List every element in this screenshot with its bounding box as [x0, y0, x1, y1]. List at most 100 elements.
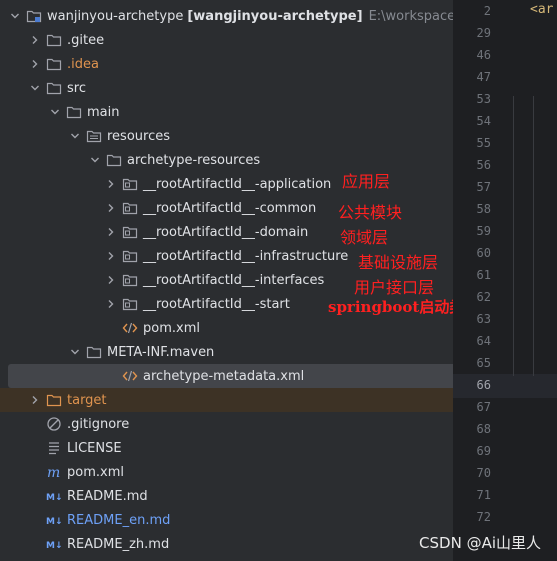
- chevron-down-icon[interactable]: [28, 81, 42, 95]
- chevron-down-icon[interactable]: [68, 129, 82, 143]
- folder-icon: [46, 56, 62, 72]
- tree-item-idea[interactable]: .idea: [0, 52, 481, 76]
- svg-text:M↓: M↓: [46, 493, 62, 503]
- line-number: 54: [476, 114, 491, 128]
- folder-icon: [106, 152, 122, 168]
- module-folder-icon: [122, 248, 138, 264]
- xml-file-icon: [122, 368, 138, 384]
- chevron-down-icon[interactable]: [88, 153, 102, 167]
- module-folder-icon: [122, 272, 138, 288]
- indent-guide: [533, 96, 534, 376]
- text-file-icon: [46, 440, 62, 456]
- annotation-application-layer: 应用层: [342, 172, 391, 191]
- tree-item-label: .gitignore: [67, 416, 130, 432]
- root-name: wanjinyou-archetype: [47, 8, 184, 24]
- tree-item-gitee[interactable]: .gitee: [0, 28, 481, 52]
- line-number: 69: [476, 444, 491, 458]
- chevron-right-icon[interactable]: [104, 249, 118, 263]
- line-number: 71: [476, 488, 491, 502]
- tree-item-label: __rootArtifactId__-application: [143, 176, 332, 192]
- chevron-right-icon[interactable]: [104, 225, 118, 239]
- chevron-down-icon[interactable]: [8, 9, 22, 23]
- line-number: 56: [476, 158, 491, 172]
- tree-item-label: archetype-resources: [127, 152, 261, 168]
- tree-item-label: __rootArtifactId__-domain: [143, 224, 309, 240]
- chevron-right-icon[interactable]: [104, 201, 118, 215]
- tree-item-label: META-INF.maven: [107, 344, 215, 360]
- chevron-right-icon[interactable]: [104, 177, 118, 191]
- line-number: 63: [476, 312, 491, 326]
- tree-item-meta-inf[interactable]: META-INF.maven: [0, 340, 521, 364]
- tree-item-label: __rootArtifactId__-common: [143, 200, 317, 216]
- svg-text:M↓: M↓: [46, 517, 62, 527]
- chevron-right-icon[interactable]: [28, 33, 42, 47]
- tree-item-gitignore[interactable]: .gitignore: [0, 412, 499, 436]
- ignore-file-icon: [46, 416, 62, 432]
- line-number: 29: [476, 26, 491, 40]
- root-path: E:\workspace\idea: [368, 8, 461, 24]
- markdown-icon: M↓: [46, 488, 62, 504]
- line-number: 59: [476, 224, 491, 238]
- line-number: 64: [476, 334, 491, 348]
- line-number: 70: [476, 466, 491, 480]
- tree-item-label: pom.xml: [143, 320, 200, 336]
- tree-item-label: main: [87, 104, 120, 120]
- tree-item-main[interactable]: main: [0, 100, 501, 124]
- tree-item-root-pom[interactable]: m pom.xml: [0, 460, 499, 484]
- annotation-interfaces-layer: 用户接口层: [354, 278, 435, 297]
- tree-item-root[interactable]: wanjinyou-archetype [wangjinyou-archetyp…: [0, 4, 461, 28]
- resources-folder-icon: [86, 128, 102, 144]
- folder-icon: [86, 344, 102, 360]
- tree-item-label: src: [67, 80, 86, 96]
- tree-item-label: pom.xml: [67, 464, 124, 480]
- tree-item-label: __rootArtifactId__-start: [143, 296, 290, 312]
- root-module: [wangjinyou-archetype]: [187, 8, 363, 24]
- tree-item-readme[interactable]: M↓ README.md: [0, 484, 499, 508]
- tree-item-src[interactable]: src: [0, 76, 481, 100]
- line-number: 47: [476, 70, 491, 84]
- line-number: 72: [476, 510, 491, 524]
- tree-item-label: __rootArtifactId__-interfaces: [143, 272, 325, 288]
- markdown-icon: M↓: [46, 512, 62, 528]
- chevron-down-icon[interactable]: [48, 105, 62, 119]
- tree-item-target[interactable]: target: [0, 388, 481, 412]
- tree-item-license[interactable]: LICENSE: [0, 436, 499, 460]
- code-fragment[interactable]: <ar: [530, 2, 553, 17]
- maven-icon: m: [46, 464, 62, 480]
- editor-gutter: <ar 2 29 46 47 53 54 55 56 57 58 59 60 6…: [453, 0, 557, 561]
- chevron-right-icon[interactable]: [28, 57, 42, 71]
- line-number: 60: [476, 246, 491, 260]
- tree-item-label: __rootArtifactId__-infrastructure: [143, 248, 349, 264]
- line-number: 65: [476, 356, 491, 370]
- annotation-springboot-startup: springboot启动类: [328, 298, 465, 316]
- indent-guide: [513, 96, 514, 376]
- tree-item-label: README.md: [67, 488, 148, 504]
- xml-file-icon: [122, 320, 138, 336]
- chevron-right-icon[interactable]: [104, 273, 118, 287]
- annotation-domain-layer: 领域层: [340, 228, 389, 247]
- tree-item-label: resources: [107, 128, 171, 144]
- tree-item-readme-en[interactable]: M↓ README_en.md: [0, 508, 499, 532]
- folder-icon: [46, 32, 62, 48]
- tree-item-label: README_zh.md: [67, 536, 170, 552]
- tree-item-label: .gitee: [67, 32, 105, 48]
- tree-item-label: LICENSE: [67, 440, 122, 456]
- line-number: 53: [476, 92, 491, 106]
- line-number: 2: [483, 4, 491, 18]
- tree-item-resources[interactable]: resources: [0, 124, 521, 148]
- folder-icon: [66, 104, 82, 120]
- line-number: 57: [476, 180, 491, 194]
- chevron-right-icon[interactable]: [104, 297, 118, 311]
- svg-text:m: m: [47, 465, 60, 480]
- svg-text:M↓: M↓: [46, 541, 62, 551]
- line-number: 67: [476, 400, 491, 414]
- line-number: 58: [476, 202, 491, 216]
- tree-item-label: README_en.md: [67, 512, 171, 528]
- folder-icon: [46, 392, 62, 408]
- chevron-right-icon[interactable]: [28, 393, 42, 407]
- line-number: 46: [476, 48, 491, 62]
- line-number: 68: [476, 422, 491, 436]
- tree-item-label: archetype-metadata.xml: [143, 368, 305, 384]
- chevron-down-icon[interactable]: [68, 345, 82, 359]
- markdown-icon: M↓: [46, 536, 62, 552]
